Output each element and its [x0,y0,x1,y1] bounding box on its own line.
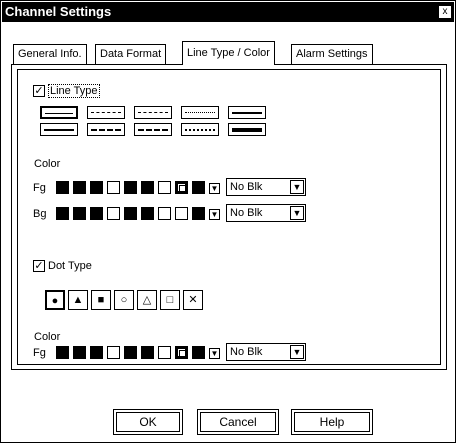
line-style-solid-thin[interactable] [40,106,78,119]
chevron-down-icon[interactable]: ▼ [290,345,304,359]
dot-fg-swatch-4[interactable] [107,346,120,359]
dot-fg-swatch-1[interactable] [56,346,69,359]
cancel-button-label: Cancel [219,415,257,429]
line-fg-swatch-6[interactable] [141,181,154,194]
dot-fg-dropdown[interactable]: No Blk ▼ [226,343,306,361]
line-bg-swatch-9[interactable] [192,207,205,220]
line-bg-swatch-1[interactable] [56,207,69,220]
line-style-dash-dot[interactable] [181,106,219,119]
line-style-double[interactable] [40,123,78,136]
line-fg-swatch-8-selected[interactable] [175,181,188,194]
line-style-solid-thick[interactable] [228,123,266,136]
dot-fg-swatch-2[interactable] [73,346,86,359]
line-fg-more-icon[interactable]: ▼ [209,183,220,194]
line-bg-swatch-7[interactable] [158,207,171,220]
line-fg-dropdown-value: No Blk [230,181,263,193]
line-fg-dropdown[interactable]: No Blk ▼ [226,178,306,196]
line-fg-swatch-5[interactable] [124,181,137,194]
line-bg-swatch-4[interactable] [107,207,120,220]
tab-alarm-settings[interactable]: Alarm Settings [291,44,373,64]
line-type-checkbox[interactable]: ✓ [33,85,45,97]
tab-line-type-color[interactable]: Line Type / Color [182,41,275,65]
line-fg-swatch-1[interactable] [56,181,69,194]
line-style-thick-dash-dot[interactable] [181,123,219,136]
dot-type-checkbox[interactable]: ✓ [33,260,45,272]
line-style-solid-medium[interactable] [228,106,266,119]
dot-fg-swatch-5[interactable] [124,346,137,359]
dot-square-outline-button[interactable]: □ [160,290,180,310]
dot-circle-filled-button[interactable]: ● [45,290,65,310]
line-fg-swatch-3[interactable] [90,181,103,194]
line-bg-label: Bg [33,208,47,220]
dot-fg-label: Fg [33,347,46,359]
tab-general-info[interactable]: General Info. [13,44,87,64]
dot-type-checkbox-row[interactable]: ✓ Dot Type [33,260,92,272]
chevron-down-icon[interactable]: ▼ [290,206,304,220]
dot-fg-more-icon[interactable]: ▼ [209,348,220,359]
dot-triangle-outline-button[interactable]: △ [137,290,157,310]
dot-fg-swatch-8-selected[interactable] [175,346,188,359]
chevron-down-icon[interactable]: ▼ [290,180,304,194]
line-bg-swatch-2[interactable] [73,207,86,220]
dot-fg-swatch-7[interactable] [158,346,171,359]
dot-fg-swatch-9[interactable] [192,346,205,359]
dot-cross-button[interactable]: ✕ [183,290,203,310]
dot-fg-swatch-6[interactable] [141,346,154,359]
close-icon[interactable]: x [438,5,452,19]
help-button[interactable]: Help [291,409,373,435]
line-fg-swatch-7[interactable] [158,181,171,194]
line-type-checkbox-row[interactable]: ✓ Line Type [33,84,100,98]
line-bg-more-icon[interactable]: ▼ [209,209,220,220]
dot-color-label: Color [34,331,61,343]
dot-circle-outline-button[interactable]: ○ [114,290,134,310]
cancel-button[interactable]: Cancel [197,409,279,435]
line-bg-dropdown-value: No Blk [230,207,263,219]
tab-data-format[interactable]: Data Format [95,44,167,64]
line-bg-dropdown[interactable]: No Blk ▼ [226,204,306,222]
line-type-label: Line Type [48,84,100,98]
dot-triangle-filled-button[interactable]: ▲ [68,290,88,310]
line-bg-swatch-8[interactable] [175,207,188,220]
dot-fg-swatch-3[interactable] [90,346,103,359]
line-bg-swatch-3[interactable] [90,207,103,220]
line-style-thick-dash[interactable] [87,123,125,136]
line-bg-swatch-6[interactable] [141,207,154,220]
ok-button-label: OK [139,415,157,429]
dot-type-label: Dot Type [48,260,92,272]
title-bar: Channel Settings x [2,2,454,22]
line-style-dash[interactable] [87,106,125,119]
dot-fg-dropdown-value: No Blk [230,346,263,358]
line-fg-label: Fg [33,182,46,194]
line-bg-swatch-5[interactable] [124,207,137,220]
dot-square-filled-button[interactable]: ■ [91,290,111,310]
ok-button[interactable]: OK [113,409,183,435]
line-style-thick-dash-long[interactable] [134,123,172,136]
channel-settings-dialog: Channel Settings x General Info. Data Fo… [0,0,456,443]
line-fg-swatch-9[interactable] [192,181,205,194]
line-fg-swatch-4[interactable] [107,181,120,194]
line-color-label: Color [34,158,61,170]
help-button-label: Help [319,415,345,429]
line-style-dash-long[interactable] [134,106,172,119]
line-fg-swatch-2[interactable] [73,181,86,194]
dialog-title: Channel Settings [5,4,112,19]
